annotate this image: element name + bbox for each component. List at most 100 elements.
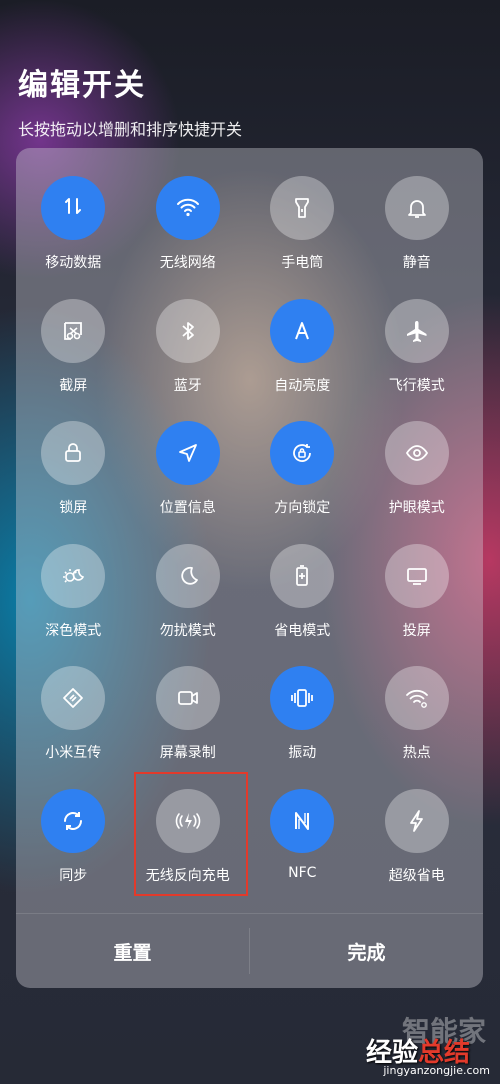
toggle-button[interactable] [155, 176, 220, 240]
toggle-tile[interactable]: 护眼模式 [360, 421, 475, 544]
toggle-label: 方向锁定 [274, 500, 331, 517]
rotation-lock-icon [293, 444, 312, 463]
toggle-tile[interactable]: 振动 [245, 666, 360, 789]
toggle-label: 同步 [59, 867, 88, 884]
toggle-tile[interactable]: 省电模式 [245, 543, 360, 667]
toggle-label: 截屏 [59, 377, 88, 394]
toggle-tile[interactable]: 移动数据 [16, 176, 131, 299]
bluetooth-icon [182, 321, 194, 340]
battery-saver-icon [296, 564, 309, 586]
toggle-tile[interactable]: 静音 [360, 176, 475, 299]
toggle-button[interactable] [41, 788, 106, 853]
toggle-label: 位置信息 [159, 500, 216, 517]
toggle-tile[interactable]: 蓝牙 [131, 298, 246, 422]
toggle-label: 屏幕录制 [159, 745, 216, 762]
flashlight-icon [295, 198, 310, 218]
done-button[interactable]: 完成 [250, 914, 483, 988]
toggle-label: 移动数据 [45, 255, 102, 271]
toggle-button[interactable] [270, 543, 335, 608]
toggle-label: 热点 [402, 745, 431, 762]
toggle-label: 手电筒 [281, 255, 324, 271]
toggle-label: 蓝牙 [173, 377, 202, 394]
footer-bar: 重置 完成 [16, 913, 483, 988]
toggle-tile[interactable]: 位置信息 [131, 421, 246, 544]
mi-share-icon [63, 688, 84, 709]
toggle-button[interactable] [384, 176, 449, 240]
toggle-button[interactable] [155, 298, 220, 363]
toggle-button[interactable] [155, 421, 220, 486]
screenshot-icon [64, 321, 83, 340]
toggle-label: 勿扰模式 [159, 622, 216, 639]
header: 编辑开关 长按拖动以增删和排序快捷开关 [18, 60, 242, 140]
toggle-button[interactable] [155, 666, 220, 731]
page-subtitle: 长按拖动以增删和排序快捷开关 [18, 120, 243, 139]
toggle-tile[interactable]: 热点 [360, 666, 475, 789]
toggle-label: 锁屏 [59, 500, 88, 517]
bell-icon [407, 200, 426, 218]
screen-record-icon [177, 691, 198, 706]
toggle-button[interactable] [41, 421, 106, 486]
toggle-button[interactable] [384, 788, 449, 853]
toggle-button[interactable] [41, 543, 106, 608]
toggle-label: 无线网络 [159, 255, 216, 271]
toggle-button[interactable] [384, 421, 449, 486]
toggle-panel: 移动数据 无线网络 手电筒 静音截屏 蓝牙 自动亮度 飞行模式锁屏 位置信息 方向锁定 护眼模式深… [16, 148, 483, 988]
toggle-button[interactable] [155, 543, 220, 608]
toggle-label: 护眼模式 [388, 500, 445, 517]
toggle-tile[interactable]: 勿扰模式 [131, 543, 246, 667]
toggle-button[interactable] [41, 176, 106, 240]
hotspot-icon [405, 690, 428, 709]
toggle-button[interactable] [270, 666, 335, 731]
toggle-button[interactable] [384, 298, 449, 363]
toggle-label: 小米互传 [45, 745, 102, 762]
page-title: 编辑开关 [18, 68, 146, 103]
vibrate-icon [291, 689, 314, 708]
toggle-button[interactable] [270, 176, 335, 240]
lock-icon [65, 443, 82, 463]
watermark-url: jingyanzongjie.com [383, 1064, 490, 1077]
toggle-button[interactable] [270, 298, 335, 363]
toggle-tile[interactable]: 自动亮度 [245, 298, 360, 422]
toggle-label: 静音 [402, 255, 431, 271]
toggle-button[interactable] [384, 666, 449, 731]
toggle-button[interactable] [270, 788, 335, 853]
nfc-icon [295, 811, 310, 830]
mobile-data-icon [65, 198, 82, 214]
moon-icon [181, 566, 198, 585]
toggle-tile[interactable]: 投屏 [360, 543, 475, 667]
wifi-icon [176, 198, 199, 217]
toggle-button[interactable] [270, 421, 335, 486]
toggle-tile[interactable]: 锁屏 [16, 421, 131, 544]
eye-icon [405, 445, 428, 462]
toggle-label: 超级省电 [388, 867, 445, 884]
reset-button[interactable]: 重置 [16, 914, 249, 988]
toggle-tile[interactable]: 同步 [16, 788, 131, 912]
highlight-box [134, 772, 248, 896]
toggle-tile[interactable]: 飞行模式 [360, 298, 475, 422]
location-icon [178, 444, 197, 463]
toggle-tile[interactable]: 方向锁定 [245, 421, 360, 544]
airplane-icon [406, 320, 427, 342]
toggle-button[interactable] [41, 298, 106, 363]
lightning-icon [409, 810, 423, 832]
toggle-label: 自动亮度 [274, 377, 331, 394]
cast-screen-icon [406, 567, 427, 585]
toggle-button[interactable] [384, 543, 449, 608]
toggle-label: 投屏 [402, 622, 431, 639]
toggle-label: NFC [288, 864, 317, 881]
sync-icon [64, 811, 83, 830]
toggle-tile[interactable]: 超级省电 [360, 788, 475, 912]
toggle-tile[interactable]: 手电筒 [245, 176, 360, 299]
toggle-tile[interactable]: 屏幕录制 [131, 666, 246, 789]
toggle-label: 深色模式 [45, 622, 102, 639]
toggle-label: 省电模式 [274, 622, 331, 639]
toggle-label: 振动 [288, 745, 317, 762]
toggle-tile[interactable]: 无线网络 [131, 176, 246, 299]
toggle-tile[interactable]: 深色模式 [16, 543, 131, 667]
toggle-label: 飞行模式 [388, 377, 445, 394]
toggle-button[interactable] [41, 666, 106, 731]
toggle-tile[interactable]: 截屏 [16, 298, 131, 422]
toggle-tile[interactable]: 小米互传 [16, 666, 131, 789]
dark-mode-icon [63, 568, 85, 583]
toggle-tile[interactable]: NFC [245, 788, 360, 912]
